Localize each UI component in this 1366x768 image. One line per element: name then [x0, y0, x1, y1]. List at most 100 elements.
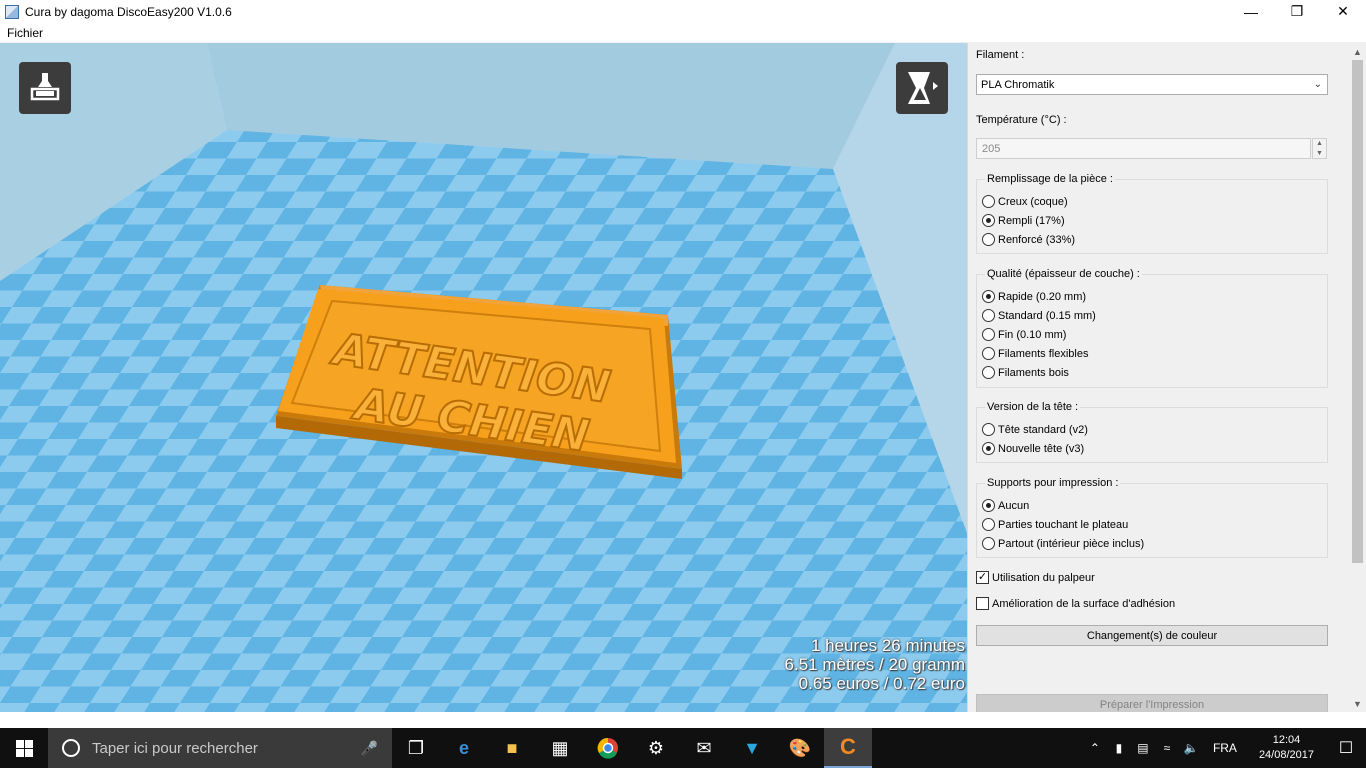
supports-option-everywhere[interactable]: Partout (intérieur pièce inclus)	[982, 537, 1144, 550]
power-icon[interactable]: ▤	[1131, 741, 1155, 755]
supports-option-none[interactable]: Aucun	[982, 499, 1029, 512]
chrome-icon[interactable]	[584, 728, 632, 768]
language-indicator[interactable]: FRA	[1203, 741, 1247, 755]
radio-button[interactable]	[982, 442, 995, 455]
taskbar-search[interactable]: Taper ici pour rechercher 🎤	[48, 728, 392, 768]
rotate-view-icon	[908, 72, 938, 104]
filament-label: Filament :	[976, 49, 1025, 61]
scroll-down-icon[interactable]: ▼	[1349, 695, 1366, 712]
radio-button[interactable]	[982, 423, 995, 436]
menu-file[interactable]: Fichier	[0, 26, 50, 40]
window-title: Cura by dagoma DiscoEasy200 V1.0.6	[25, 4, 232, 19]
view-mode-button[interactable]	[896, 62, 948, 114]
maximize-button[interactable]: ❐	[1274, 0, 1320, 23]
filament-select[interactable]: PLA Chromatik ⌄	[976, 74, 1328, 95]
option-label: Partout (intérieur pièce inclus)	[998, 537, 1145, 550]
settings-icon[interactable]: ⚙	[632, 728, 680, 768]
radio-button[interactable]	[982, 499, 995, 512]
infill-option-hollow[interactable]: Creux (coque)	[982, 195, 1068, 208]
radio-button[interactable]	[982, 195, 995, 208]
paint-icon[interactable]: 🎨	[776, 728, 824, 768]
app-arrow-icon[interactable]: ▼	[728, 728, 776, 768]
radio-button[interactable]	[982, 309, 995, 322]
volume-icon[interactable]: 🔈	[1179, 741, 1203, 755]
chevron-down-icon: ⌄	[1313, 79, 1322, 90]
prepare-print-button[interactable]: Préparer l'Impression	[976, 694, 1328, 712]
app-icon	[5, 4, 19, 19]
option-label: Fin (0.10 mm)	[998, 328, 1067, 341]
task-view-icon[interactable]: ❐	[392, 728, 440, 768]
file-explorer-icon[interactable]: ■	[488, 728, 536, 768]
viewport-bottom-strip	[0, 712, 967, 728]
option-label: Standard (0.15 mm)	[998, 309, 1096, 322]
head-version-title: Version de la tête :	[985, 401, 1081, 413]
scroll-up-icon[interactable]: ▲	[1349, 43, 1366, 60]
head-option-new[interactable]: Nouvelle tête (v3)	[982, 442, 1084, 455]
head-option-standard[interactable]: Tête standard (v2)	[982, 423, 1088, 436]
supports-option-bed[interactable]: Parties touchant le plateau	[982, 518, 1128, 531]
load-model-icon	[30, 73, 60, 101]
cura-icon[interactable]: C	[824, 728, 872, 768]
adhesion-checkbox-row[interactable]: Amélioration de la surface d'adhésion	[976, 597, 1175, 610]
temperature-label: Température (°C) :	[976, 114, 1067, 126]
radio-button[interactable]	[982, 366, 995, 379]
option-label: Creux (coque)	[998, 195, 1068, 208]
quality-option-flexible[interactable]: Filaments flexibles	[982, 347, 1088, 360]
stepper-up-icon[interactable]: ▲	[1316, 140, 1323, 147]
chevron-up-icon[interactable]: ⌃	[1083, 741, 1107, 755]
option-label: Filaments bois	[998, 366, 1069, 379]
probe-label: Utilisation du palpeur	[992, 571, 1095, 584]
option-label: Rapide (0.20 mm)	[998, 290, 1087, 303]
search-placeholder: Taper ici pour rechercher	[92, 739, 258, 757]
panel-scrollbar[interactable]: ▲ ▼	[1349, 43, 1366, 712]
edge-icon[interactable]: e	[440, 728, 488, 768]
radio-button[interactable]	[982, 214, 995, 227]
radio-button[interactable]	[982, 233, 995, 246]
battery-icon[interactable]: ▮	[1107, 741, 1131, 755]
print-cost: 0.65 euros / 0.72 euro	[798, 674, 965, 693]
scrollbar-thumb[interactable]	[1352, 60, 1363, 563]
option-label: Parties touchant le plateau	[998, 518, 1129, 531]
radio-button[interactable]	[982, 347, 995, 360]
temperature-input[interactable]: 205	[976, 138, 1311, 159]
settings-panel: Filament : PLA Chromatik ⌄ Température (…	[967, 43, 1366, 712]
option-label: Renforcé (33%)	[998, 233, 1076, 246]
wifi-icon[interactable]: ≈	[1155, 741, 1179, 755]
color-change-button[interactable]: Changement(s) de couleur	[976, 625, 1328, 646]
title-bar: Cura by dagoma DiscoEasy200 V1.0.6 — ❐ ✕	[0, 0, 1366, 23]
radio-button[interactable]	[982, 537, 995, 550]
quality-option-fine[interactable]: Fin (0.10 mm)	[982, 328, 1066, 341]
chrome-logo	[597, 737, 618, 759]
system-tray: ⌃ ▮ ▤ ≈ 🔈 FRA 12:04 24/08/2017 ☐	[1083, 728, 1366, 768]
infill-option-filled[interactable]: Rempli (17%)	[982, 214, 1065, 227]
quality-option-standard[interactable]: Standard (0.15 mm)	[982, 309, 1096, 322]
quality-group: Qualité (épaisseur de couche) : Rapide (…	[976, 268, 1328, 388]
head-version-group: Version de la tête : Tête standard (v2) …	[976, 401, 1328, 463]
mail-icon[interactable]: ✉	[680, 728, 728, 768]
stepper-down-icon[interactable]: ▼	[1316, 150, 1323, 157]
quality-option-fast[interactable]: Rapide (0.20 mm)	[982, 290, 1086, 303]
3d-viewport[interactable]: ATTENTION AU CHIEN 1 heures 26 minutes 6…	[0, 43, 967, 712]
quality-option-wood[interactable]: Filaments bois	[982, 366, 1069, 379]
start-button[interactable]	[0, 728, 48, 768]
temperature-stepper[interactable]: ▲ ▼	[1312, 138, 1327, 159]
probe-checkbox-row[interactable]: ✓ Utilisation du palpeur	[976, 571, 1095, 584]
clock[interactable]: 12:04 24/08/2017	[1247, 733, 1326, 763]
supports-group: Supports pour impression : Aucun Parties…	[976, 477, 1328, 558]
adhesion-checkbox[interactable]	[976, 597, 989, 610]
store-icon[interactable]: ▦	[536, 728, 584, 768]
load-model-button[interactable]	[19, 62, 71, 114]
radio-button[interactable]	[982, 518, 995, 531]
microphone-icon[interactable]: 🎤	[361, 740, 378, 757]
notification-icon[interactable]: ☐	[1326, 738, 1366, 758]
adhesion-label: Amélioration de la surface d'adhésion	[992, 597, 1176, 610]
radio-button[interactable]	[982, 290, 995, 303]
print-estimates: 1 heures 26 minutes 6.51 mètres / 20 gra…	[785, 636, 965, 693]
supports-title: Supports pour impression :	[985, 477, 1121, 489]
radio-button[interactable]	[982, 328, 995, 341]
probe-checkbox[interactable]: ✓	[976, 571, 989, 584]
infill-option-reinforced[interactable]: Renforcé (33%)	[982, 233, 1075, 246]
build-volume-scene: ATTENTION AU CHIEN	[0, 43, 967, 712]
close-button[interactable]: ✕	[1320, 0, 1366, 23]
minimize-button[interactable]: —	[1228, 0, 1274, 23]
